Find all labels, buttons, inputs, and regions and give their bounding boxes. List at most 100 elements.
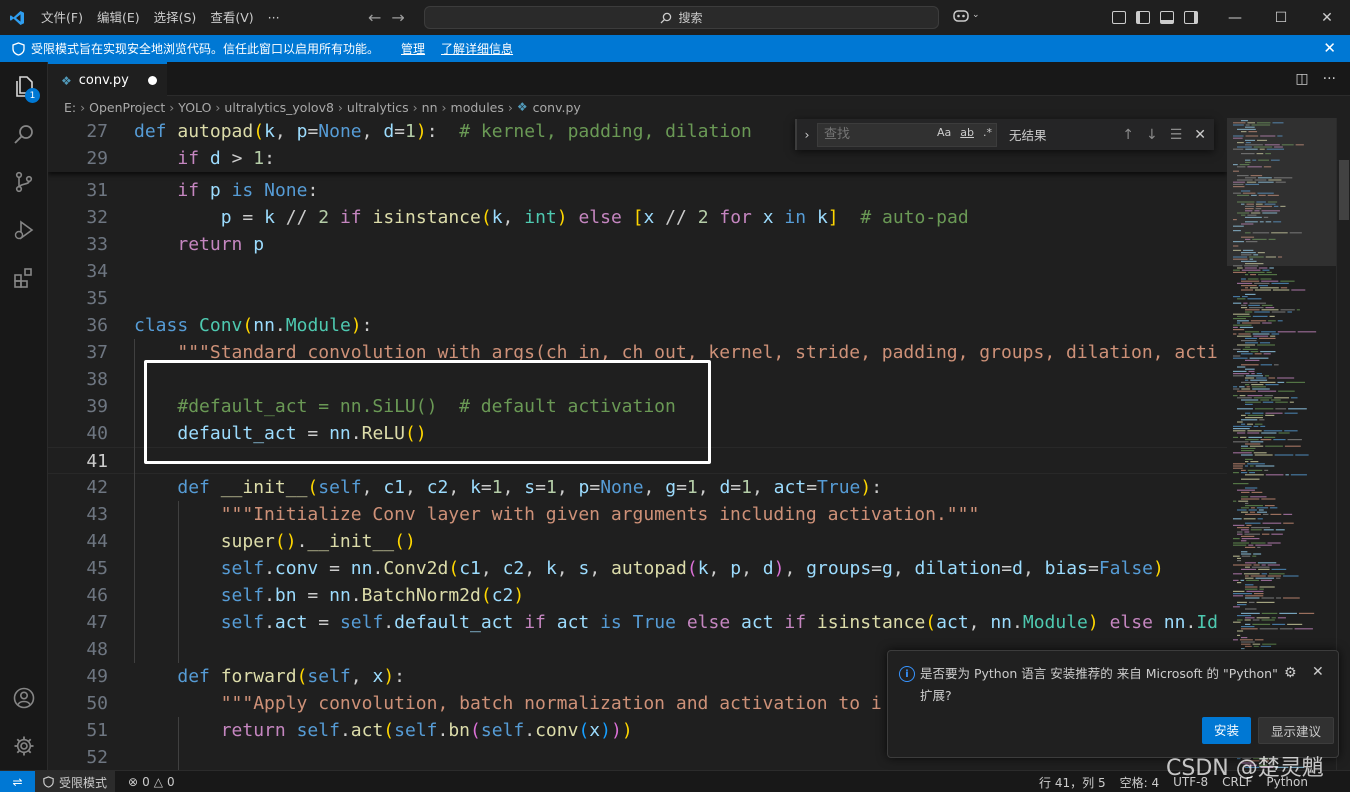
code-line[interactable]: 33 return p (48, 231, 1227, 258)
line-number: 29 (86, 148, 108, 169)
source-control-icon (15, 171, 33, 193)
code-line[interactable]: 35 (48, 285, 1227, 312)
cursor-position[interactable]: 行 41，列 5 (1039, 774, 1106, 791)
indentation[interactable]: 空格: 4 (1120, 774, 1160, 791)
copilot-button[interactable]: ⌄ (952, 8, 980, 22)
search-view-button[interactable] (0, 110, 48, 158)
close-find-icon[interactable]: ✕ (1194, 127, 1206, 143)
line-number: 31 (86, 180, 108, 201)
match-whole-word-icon[interactable]: ab (960, 126, 974, 139)
show-recommendations-button[interactable]: 显示建议 (1258, 717, 1335, 744)
banner-learn-more-link[interactable]: 了解详细信息 (441, 40, 513, 57)
maximize-icon[interactable]: ☐ (1258, 0, 1304, 35)
run-debug-button[interactable] (0, 206, 48, 254)
indent-guide (134, 339, 135, 663)
breadcrumb-item[interactable]: ultralytics (347, 100, 409, 115)
code-line[interactable]: 32 p = k // 2 if isinstance(k, int) else… (48, 204, 1227, 231)
line-number: 45 (86, 558, 108, 579)
tab-label: conv.py (78, 73, 129, 88)
unsaved-dot-icon[interactable] (148, 76, 157, 85)
breadcrumb-item[interactable]: ultralytics_yolov8 (224, 100, 334, 115)
banner-close-icon[interactable]: ✕ (1323, 39, 1336, 57)
scrollbar-thumb[interactable] (1339, 160, 1349, 220)
install-button[interactable]: 安装 (1202, 717, 1252, 744)
code-line[interactable]: 43 """Initialize Conv layer with given a… (48, 501, 1227, 528)
find-options: Aa ab .* (937, 126, 992, 139)
restricted-mode-banner: 受限模式旨在实现安全地浏览代码。信任此窗口以启用所有功能。 管理 了解详细信息 … (0, 35, 1350, 62)
code-line[interactable]: 34 (48, 258, 1227, 285)
editor-actions: ◫ ··· (1295, 62, 1336, 96)
line-number: 50 (86, 693, 108, 714)
remote-indicator-icon[interactable]: ⇌ (0, 771, 35, 792)
code-line[interactable]: 36 class Conv(nn.Module): (48, 312, 1227, 339)
code-text: self.conv = nn.Conv2d(c1, c2, k, s, auto… (220, 558, 1164, 579)
breadcrumb-item[interactable]: YOLO (178, 100, 211, 115)
code-text: def autopad(k, p=None, d=1): # kernel, p… (134, 121, 752, 142)
toggle-replace-chevron-icon[interactable]: › (797, 127, 817, 142)
find-in-selection-icon[interactable]: ☰ (1170, 127, 1183, 143)
close-window-icon[interactable]: ✕ (1304, 0, 1350, 35)
menu-selection[interactable]: 选择(S) (147, 0, 204, 35)
problems-indicator[interactable]: ⊗ 0 △ 0 (128, 771, 175, 792)
tab-conv-py[interactable]: ❖ conv.py (48, 62, 167, 97)
explorer-button[interactable]: 1 (0, 62, 48, 110)
manage-button[interactable] (0, 722, 48, 770)
code-line[interactable]: 44 super().__init__() (48, 528, 1227, 555)
indent-guide (178, 501, 179, 663)
search-icon (14, 125, 33, 144)
code-line[interactable]: 45 self.conv = nn.Conv2d(c1, c2, k, s, a… (48, 555, 1227, 582)
code-text: if p is None: (177, 180, 319, 201)
menu-view[interactable]: 查看(V) (203, 0, 260, 35)
menu-file[interactable]: 文件(F) (34, 0, 90, 35)
accounts-button[interactable] (0, 674, 48, 722)
forward-arrow-icon[interactable]: → (391, 8, 404, 27)
toggle-panel-icon[interactable] (1160, 11, 1174, 24)
breadcrumb-item[interactable]: E: (64, 100, 76, 115)
code-line[interactable]: 42 def __init__(self, c1, c2, k=1, s=1, … (48, 474, 1227, 501)
split-editor-icon[interactable]: ◫ (1295, 71, 1308, 87)
find-buttons: ↑ ↓ ☰ ✕ (1122, 127, 1206, 143)
menu-edit[interactable]: 编辑(E) (90, 0, 147, 35)
copilot-icon (953, 10, 969, 22)
breadcrumb-item[interactable]: modules (451, 100, 504, 115)
more-actions-icon[interactable]: ··· (1323, 71, 1336, 87)
code-line[interactable]: 47 self.act = self.default_act if act is… (48, 609, 1227, 636)
toggle-primary-sidebar-icon[interactable] (1136, 11, 1150, 24)
run-debug-icon (14, 220, 34, 240)
toggle-secondary-sidebar-icon[interactable] (1184, 11, 1198, 24)
match-case-icon[interactable]: Aa (937, 126, 951, 139)
back-arrow-icon[interactable]: ← (368, 8, 381, 27)
breadcrumb-item[interactable]: OpenProject (89, 100, 165, 115)
line-number: 44 (86, 531, 108, 552)
line-number: 34 (86, 261, 108, 282)
code-line[interactable]: 31 if p is None: (48, 177, 1227, 204)
nav-arrows: ← → (368, 0, 405, 35)
more-menu-button[interactable]: ··· (261, 0, 287, 35)
gear-icon[interactable]: ⚙ (1284, 665, 1297, 681)
restricted-mode-indicator[interactable]: 受限模式 (35, 771, 116, 792)
next-match-icon[interactable]: ↓ (1146, 127, 1158, 143)
line-number: 39 (86, 396, 108, 417)
info-icon: i (899, 666, 915, 682)
line-number: 37 (86, 342, 108, 363)
close-icon[interactable]: ✕ (1312, 664, 1324, 680)
source-control-button[interactable] (0, 158, 48, 206)
minimize-icon[interactable]: — (1212, 0, 1258, 35)
line-number: 36 (86, 315, 108, 336)
shield-icon (12, 41, 25, 56)
command-center-search[interactable]: 搜索 (424, 6, 939, 29)
previous-match-icon[interactable]: ↑ (1122, 127, 1134, 143)
banner-manage-link[interactable]: 管理 (401, 40, 425, 57)
code-line[interactable]: 46 self.bn = nn.BatchNorm2d(c2) (48, 582, 1227, 609)
code-text: class Conv(nn.Module): (134, 315, 373, 336)
breadcrumb-item[interactable]: conv.py (533, 100, 581, 115)
use-regex-icon[interactable]: .* (983, 126, 992, 139)
breadcrumb-item[interactable]: nn (422, 100, 438, 115)
line-number: 32 (86, 207, 108, 228)
customize-layout-icon[interactable] (1112, 11, 1126, 24)
activity-bar: 1 (0, 62, 48, 770)
gear-icon (14, 736, 34, 756)
extensions-button[interactable] (0, 254, 48, 302)
minimap-slider[interactable] (1227, 118, 1336, 266)
code-text: def __init__(self, c1, c2, k=1, s=1, p=N… (177, 477, 883, 498)
